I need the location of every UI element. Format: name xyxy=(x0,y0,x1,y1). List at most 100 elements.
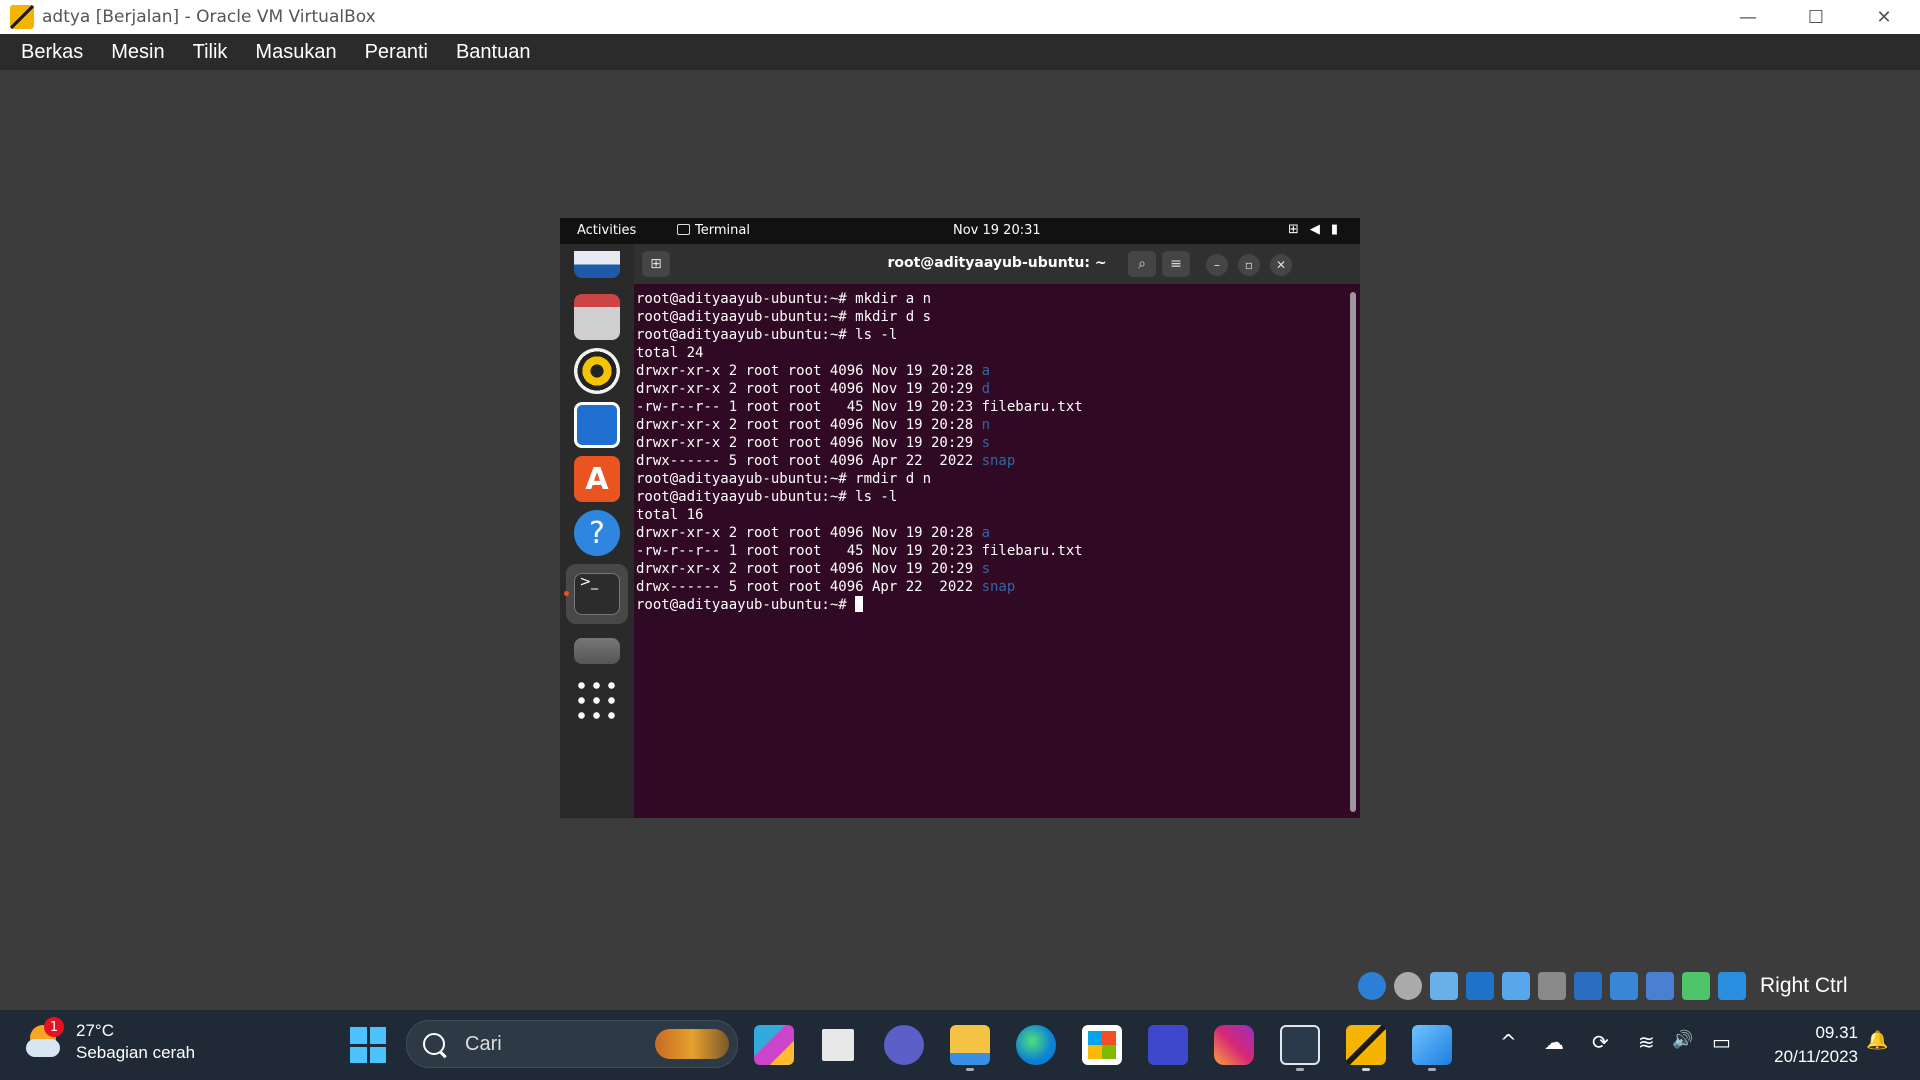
copilot-icon[interactable] xyxy=(754,1025,794,1065)
thunderbird-icon[interactable] xyxy=(574,244,620,278)
menu-masukan[interactable]: Masukan xyxy=(255,41,336,64)
photos-icon[interactable] xyxy=(1412,1025,1452,1065)
terminal-maximize-button[interactable]: ▫ xyxy=(1238,254,1260,276)
virtualbox-running-indicator xyxy=(1362,1068,1370,1071)
menu-peranti[interactable]: Peranti xyxy=(365,41,428,64)
show-apps-icon[interactable] xyxy=(574,678,620,724)
terminal-line: drwxr-xr-x 2 root root 4096 Nov 19 20:29… xyxy=(636,560,1336,578)
directory-name: snap xyxy=(981,453,1016,469)
terminal-line-text: root@adityaayub-ubuntu:~# mkdir a n xyxy=(636,291,932,307)
notification-bell-icon[interactable]: 🔔 xyxy=(1866,1030,1888,1051)
instagram-icon[interactable] xyxy=(1214,1025,1254,1065)
vm-screen[interactable]: Activities Terminal Nov 19 20:31 ⊞ ◀ ▮ A… xyxy=(560,218,1360,818)
directory-name: n xyxy=(981,417,991,433)
terminal-line-text: drwxr-xr-x 2 root root 4096 Nov 19 20:28 xyxy=(636,525,982,541)
guest-clock[interactable]: Nov 19 20:31 xyxy=(953,223,1041,238)
optical-drive-icon[interactable] xyxy=(1394,972,1422,1000)
hard-disk-icon[interactable] xyxy=(1358,972,1386,1000)
terminal-line-text: -rw-r--r-- 1 root root 45 Nov 19 20:23 f… xyxy=(636,543,1083,559)
taskbar-time: 09.31 xyxy=(1815,1023,1858,1042)
terminal-line-text: root@adityaayub-ubuntu:~# ls -l xyxy=(636,327,898,343)
close-button[interactable]: ✕ xyxy=(1850,0,1918,34)
taskbar-date: 20/11/2023 xyxy=(1774,1047,1858,1066)
cpu-icon[interactable] xyxy=(1646,972,1674,1000)
terminal-line: root@adityaayub-ubuntu:~# mkdir d s xyxy=(636,308,1336,326)
network-icon[interactable] xyxy=(1466,972,1494,1000)
weather-widget[interactable]: 1 27°C Sebagian cerah xyxy=(26,1017,196,1064)
vbox-menubar: Berkas Mesin Tilik Masukan Peranti Bantu… xyxy=(0,34,1920,70)
terminal-scrollbar[interactable] xyxy=(1350,292,1356,812)
task-view-icon[interactable] xyxy=(818,1025,858,1065)
terminal-line-text: drwxr-xr-x 2 root root 4096 Nov 19 20:29 xyxy=(636,435,982,451)
directory-name: a xyxy=(981,363,991,379)
mouse-integration-icon[interactable] xyxy=(1682,972,1710,1000)
app-menu-terminal[interactable]: Terminal xyxy=(677,223,750,238)
battery-tray-icon[interactable]: ▭ xyxy=(1712,1030,1731,1054)
weather-temp: 27°C xyxy=(76,1021,114,1040)
audio-icon[interactable] xyxy=(1430,972,1458,1000)
terminal-prompt-line: root@adityaayub-ubuntu:~# xyxy=(636,596,1336,614)
terminal-line: drwxr-xr-x 2 root root 4096 Nov 19 20:29… xyxy=(636,434,1336,452)
terminal-line: drwxr-xr-x 2 root root 4096 Nov 19 20:28… xyxy=(636,416,1336,434)
terminal-line: root@adityaayub-ubuntu:~# ls -l xyxy=(636,326,1336,344)
display-icon[interactable] xyxy=(1574,972,1602,1000)
file-explorer-icon[interactable] xyxy=(950,1025,990,1065)
ubuntu-dock: A ? >_ xyxy=(560,244,634,818)
app-center-icon[interactable]: A xyxy=(574,456,620,502)
app-menu-label: Terminal xyxy=(695,223,750,238)
minimize-button[interactable]: — xyxy=(1714,0,1782,34)
terminal-small-icon xyxy=(677,224,690,235)
edge-icon[interactable] xyxy=(1016,1025,1056,1065)
hamburger-menu-button[interactable]: ≡ xyxy=(1162,251,1190,277)
recording-icon[interactable] xyxy=(1610,972,1638,1000)
onedrive-icon[interactable]: ☁ xyxy=(1544,1030,1564,1054)
menu-mesin[interactable]: Mesin xyxy=(111,41,164,64)
weather-desc: Sebagian cerah xyxy=(76,1043,196,1062)
guest-system-tray[interactable]: ⊞ ◀ ▮ xyxy=(1288,222,1338,237)
shared-folder-icon[interactable] xyxy=(1538,972,1566,1000)
terminal-output[interactable]: root@adityaayub-ubuntu:~# mkdir a n root@… xyxy=(636,290,1336,614)
sync-icon[interactable]: ⟳ xyxy=(1592,1030,1609,1054)
search-button[interactable]: ⌕ xyxy=(1128,251,1156,277)
terminal-close-button[interactable]: ✕ xyxy=(1270,254,1292,276)
wifi-icon[interactable]: ≋ xyxy=(1638,1030,1655,1054)
search-box[interactable]: Cari xyxy=(406,1020,738,1068)
volume-tray-icon[interactable]: 🔊 xyxy=(1672,1030,1693,1050)
meet-icon[interactable] xyxy=(884,1025,924,1065)
start-button[interactable] xyxy=(350,1027,386,1063)
search-icon xyxy=(423,1033,445,1055)
taskbar-clock[interactable]: 09.31 20/11/2023 xyxy=(1762,1021,1858,1069)
activities-button[interactable]: Activities xyxy=(577,223,636,238)
store-icon[interactable] xyxy=(1082,1025,1122,1065)
terminal-line: root@adityaayub-ubuntu:~# ls -l xyxy=(636,488,1336,506)
terminal-line: drwx------ 5 root root 4096 Apr 22 2022 … xyxy=(636,452,1336,470)
virtualbox-cube-icon[interactable] xyxy=(1280,1025,1320,1065)
terminal-line-text: root@adityaayub-ubuntu:~# rmdir d n xyxy=(636,471,932,487)
weather-badge: 1 xyxy=(44,1017,64,1037)
rhythmbox-icon[interactable] xyxy=(574,348,620,394)
usb-icon[interactable] xyxy=(1502,972,1530,1000)
menu-bantuan[interactable]: Bantuan xyxy=(456,41,531,64)
terminal-line-text: total 16 xyxy=(636,507,704,523)
terminal-window[interactable]: ⊞ root@adityaayub-ubuntu: ~ ⌕ ≡ – ▫ ✕ ro… xyxy=(634,244,1360,818)
terminal-minimize-button[interactable]: – xyxy=(1206,254,1228,276)
tray-overflow-chevron-icon[interactable]: ^ xyxy=(1500,1030,1517,1054)
writer-icon[interactable] xyxy=(574,402,620,448)
visual-studio-code-icon[interactable] xyxy=(1148,1025,1188,1065)
host-key-label[interactable]: Right Ctrl xyxy=(1760,974,1848,998)
directory-name: s xyxy=(981,561,991,577)
maximize-button[interactable]: ☐ xyxy=(1782,0,1850,34)
menu-berkas[interactable]: Berkas xyxy=(21,41,83,64)
explorer-running-indicator xyxy=(966,1068,974,1071)
directory-name: d xyxy=(981,381,991,397)
menu-tilik[interactable]: Tilik xyxy=(193,41,228,64)
terminal-icon[interactable]: >_ xyxy=(574,573,620,615)
virtualbox-icon[interactable] xyxy=(1346,1025,1386,1065)
terminal-line-text: drwx------ 5 root root 4096 Apr 22 2022 xyxy=(636,579,982,595)
help-icon[interactable]: ? xyxy=(574,510,620,556)
keyboard-capture-icon[interactable] xyxy=(1718,972,1746,1000)
files-icon[interactable] xyxy=(574,294,620,340)
terminal-line: total 16 xyxy=(636,506,1336,524)
drive-icon[interactable] xyxy=(574,638,620,664)
terminal-line-text: drwxr-xr-x 2 root root 4096 Nov 19 20:28 xyxy=(636,417,982,433)
